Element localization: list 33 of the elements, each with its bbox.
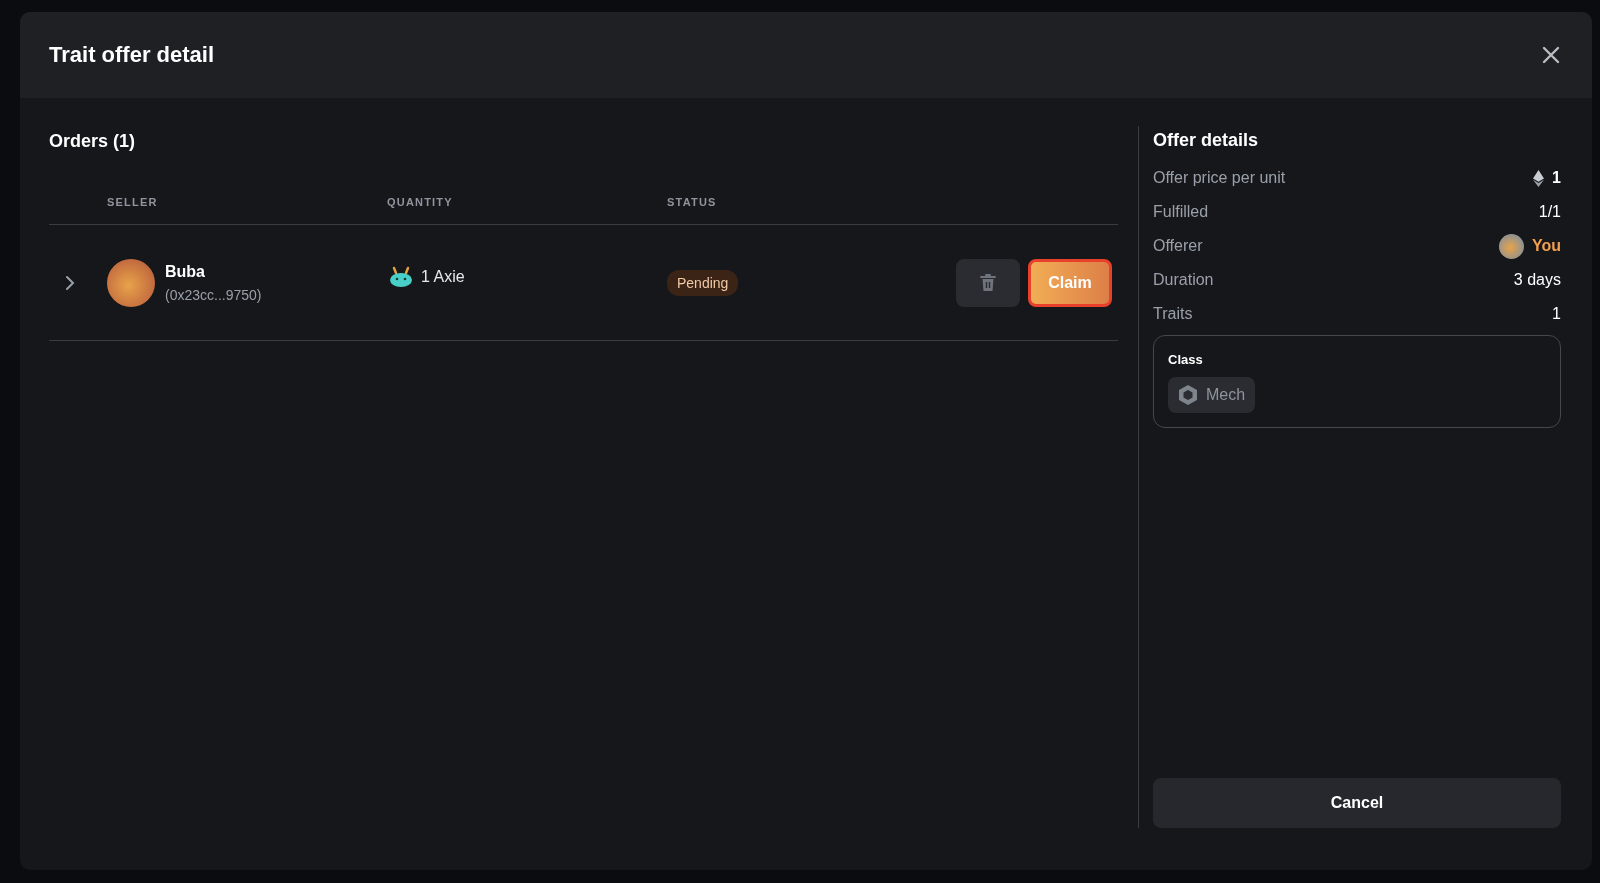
detail-label: Traits	[1153, 305, 1193, 323]
offer-details-heading: Offer details	[1153, 130, 1260, 151]
offerer-value: You	[1531, 237, 1561, 255]
seller-avatar	[107, 258, 155, 307]
trash-icon	[980, 273, 996, 292]
delete-button[interactable]	[956, 258, 1020, 307]
detail-value: 1/1	[1538, 203, 1561, 221]
detail-label: Duration	[1153, 271, 1214, 289]
seller-address: (0x23cc...9750)	[165, 286, 262, 303]
offer-price-value: 1	[1552, 169, 1561, 187]
orders-heading: Orders (1)	[49, 131, 137, 152]
close-icon	[1540, 44, 1562, 66]
cancel-button[interactable]: Cancel	[1153, 778, 1561, 828]
creature-icon	[387, 265, 415, 288]
dialog-title: Trait offer detail	[49, 42, 215, 68]
column-header: QUANTITY	[387, 196, 454, 208]
column-header: STATUS	[667, 196, 718, 208]
status-badge: Pending	[667, 269, 739, 296]
ethereum-icon	[1533, 169, 1545, 187]
user-avatar	[1498, 233, 1524, 259]
detail-label: Offerer	[1153, 237, 1203, 255]
close-button[interactable]	[1540, 44, 1562, 66]
trait-name: Class	[1168, 352, 1204, 367]
detail-label: Fulfilled	[1153, 203, 1209, 221]
detail-value: 1	[1552, 305, 1561, 323]
trait-chip: Mech	[1168, 377, 1256, 413]
chevron-icon	[64, 274, 76, 291]
hexagon-icon	[1178, 384, 1198, 406]
detail-value: 3 days	[1513, 271, 1561, 289]
seller-name: Buba	[165, 262, 206, 281]
column-header: SELLER	[107, 196, 159, 208]
detail-label: Offer price per unit	[1153, 169, 1286, 187]
quantity-text: 1 Axie	[421, 267, 465, 286]
